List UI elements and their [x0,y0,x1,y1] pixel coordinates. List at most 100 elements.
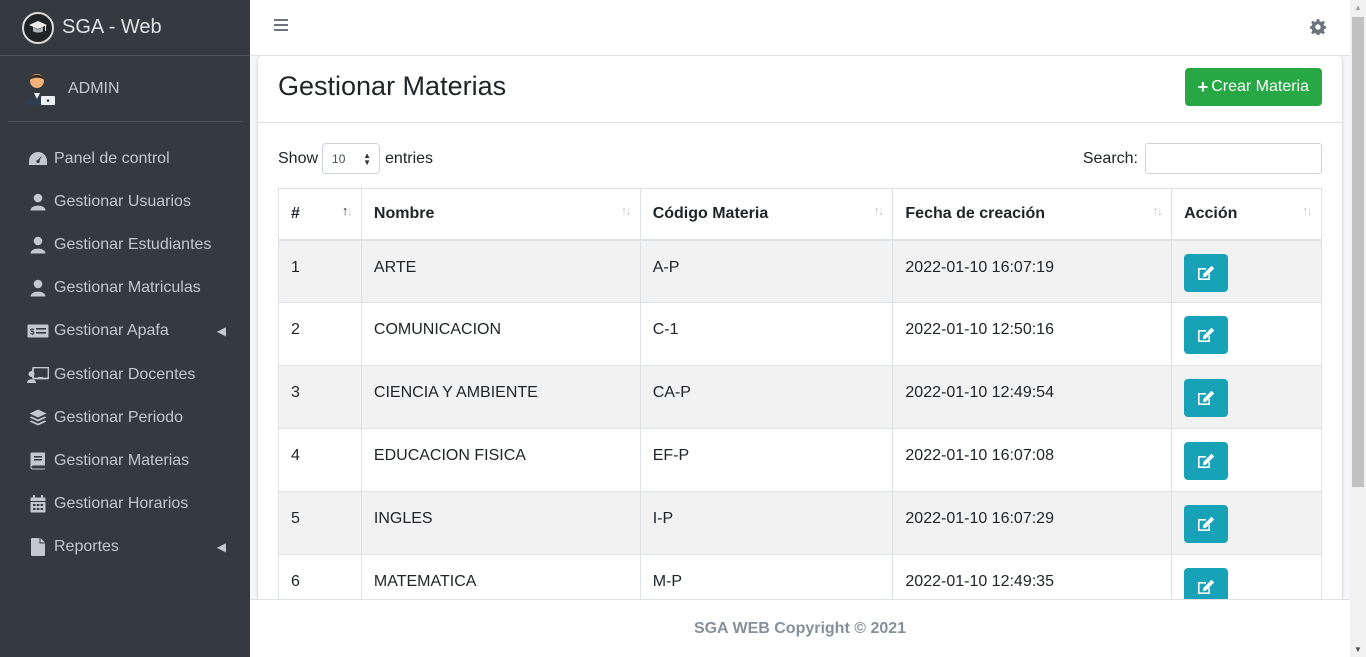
file-icon [27,538,49,557]
chalkboard-teacher-icon [27,366,49,384]
sidebar-item-gestionar-materias[interactable]: Gestionar Materias [0,439,250,482]
cell-codigo: C-1 [639,302,894,366]
sidebar-item-gestionar-matriculas[interactable]: Gestionar Matriculas [0,267,250,310]
card-header: Gestionar Materias + Crear Materia [258,56,1342,123]
materias-card: Gestionar Materias + Crear Materia Show … [258,56,1342,599]
column-header-codigo[interactable]: Código Materia ↑↓ [639,188,894,241]
column-header-nombre[interactable]: Nombre ↑↓ [360,188,641,241]
book-icon [27,452,49,470]
column-header-fecha[interactable]: Fecha de creación ↑↓ [892,188,1173,241]
cell-num: 2 [278,302,362,366]
table-row: 1 ARTE A-P 2022-01-10 16:07:19 [278,239,1322,303]
table-header-row: # ↑↓ Nombre ↑↓ Código Materia ↑↓ Fecha de c… [278,188,1322,241]
column-header-num[interactable]: # ↑↓ [278,188,362,241]
layers-icon [27,409,49,427]
cell-nombre: COMUNICACION [360,302,641,366]
edit-icon [1198,516,1215,531]
top-navbar [250,0,1350,56]
table-row: 6 MATEMATICA M-P 2022-01-10 12:49:35 [278,554,1322,599]
cell-accion [1171,239,1322,303]
cell-fecha: 2022-01-10 16:07:29 [892,491,1173,555]
entries-select[interactable]: 10 ▲ ▼ [322,143,381,174]
entries-value: 10 [332,151,346,166]
cell-num: 1 [278,239,362,303]
table-row: 3 CIENCIA Y AMBIENTE CA-P 2022-01-10 12:… [278,365,1322,429]
user-icon [27,236,49,254]
brand-title: SGA - Web [62,16,162,38]
cell-codigo: M-P [639,554,894,599]
cell-accion [1171,428,1322,492]
edit-button[interactable] [1184,568,1229,599]
edit-icon [1198,327,1215,342]
brand-link[interactable]: SGA - Web [0,0,250,56]
tachometer-icon [27,150,49,168]
table-row: 5 INGLES I-P 2022-01-10 16:07:29 [278,491,1322,555]
menu-toggle-icon[interactable] [274,19,288,33]
gear-icon[interactable] [1310,19,1326,35]
page-scrollbar[interactable]: ▲ ▼ [1350,0,1366,657]
sort-icon: ↑↓ [1302,203,1313,218]
column-header-label: Código Materia [652,204,769,222]
cell-codigo: A-P [639,239,894,303]
column-header-accion[interactable]: Acción ↑↓ [1171,188,1322,241]
cell-fecha: 2022-01-10 12:50:16 [892,302,1173,366]
cell-accion [1171,554,1322,599]
sidebar-item-label: Panel de control [54,149,170,167]
entries-label: entries [385,149,434,167]
sidebar-item-label: Reportes [54,538,119,556]
sidebar-item-label: Gestionar Matriculas [54,279,201,297]
table-row: 4 EDUCACION FISICA EF-P 2022-01-10 16:07… [278,428,1322,492]
user-name: ADMIN [68,79,120,97]
sidebar-item-panel-de-control[interactable]: Panel de control [0,137,250,180]
edit-button[interactable] [1184,505,1229,543]
edit-button[interactable] [1184,316,1229,354]
cell-accion [1171,491,1322,555]
table-controls: Show 10 ▲ ▼ entries Search: [278,143,1322,175]
search-input[interactable] [1145,143,1322,174]
sidebar: SGA - Web ADMIN Panel de control Gestion… [0,0,250,657]
sidebar-item-gestionar-docentes[interactable]: Gestionar Docentes [0,353,250,396]
scroll-down-icon[interactable]: ▼ [1354,645,1362,654]
user-icon [27,279,49,297]
cell-fecha: 2022-01-10 12:49:54 [892,365,1173,429]
materias-table: # ↑↓ Nombre ↑↓ Código Materia ↑↓ Fecha de c… [278,188,1322,599]
chevron-left-icon: ◀ [216,540,226,555]
edit-icon [1198,579,1215,594]
cell-num: 5 [278,491,362,555]
edit-button[interactable] [1184,442,1229,480]
cell-fecha: 2022-01-10 16:07:08 [892,428,1173,492]
footer-copyright: SGA WEB Copyright © 2021 [693,619,907,637]
scroll-up-icon[interactable]: ▲ [1354,3,1362,12]
sidebar-item-label: Gestionar Materias [54,451,190,469]
edit-button[interactable] [1184,253,1229,292]
sidebar-item-label: Gestionar Estudiantes [54,235,212,253]
edit-icon [1198,390,1215,405]
cell-accion [1171,365,1322,429]
sidebar-item-gestionar-apafa[interactable]: $ Gestionar Apafa ◀ [0,310,250,353]
column-header-label: # [291,204,300,222]
edit-icon [1198,265,1215,280]
sidebar-item-reportes[interactable]: Reportes ◀ [0,526,250,569]
sidebar-item-gestionar-estudiantes[interactable]: Gestionar Estudiantes [0,223,250,266]
sidebar-item-gestionar-usuarios[interactable]: Gestionar Usuarios [0,180,250,223]
create-materia-button[interactable]: + Crear Materia [1184,68,1322,106]
cell-accion [1171,302,1322,366]
scrollbar-thumb[interactable] [1352,17,1364,487]
entries-length: Show 10 ▲ ▼ entries [278,143,433,174]
cell-num: 3 [278,365,362,429]
select-arrows-icon: ▲ ▼ [363,151,372,167]
search-label: Search: [1082,149,1138,167]
cell-nombre: EDUCACION FISICA [360,428,641,492]
column-header-label: Fecha de creación [905,204,1046,222]
cell-fecha: 2022-01-10 12:49:35 [892,554,1173,599]
sidebar-item-gestionar-periodo[interactable]: Gestionar Periodo [0,396,250,439]
table-row: 2 COMUNICACION C-1 2022-01-10 12:50:16 [278,302,1322,366]
cell-nombre: INGLES [360,491,641,555]
sidebar-item-label: Gestionar Docentes [54,365,196,383]
cell-nombre: ARTE [360,239,641,303]
sort-icon: ↑↓ [1152,203,1163,218]
edit-button[interactable] [1184,379,1229,417]
column-header-label: Acción [1184,204,1238,222]
user-panel[interactable]: ADMIN [8,56,242,122]
sidebar-item-gestionar-horarios[interactable]: Gestionar Horarios [0,483,250,526]
